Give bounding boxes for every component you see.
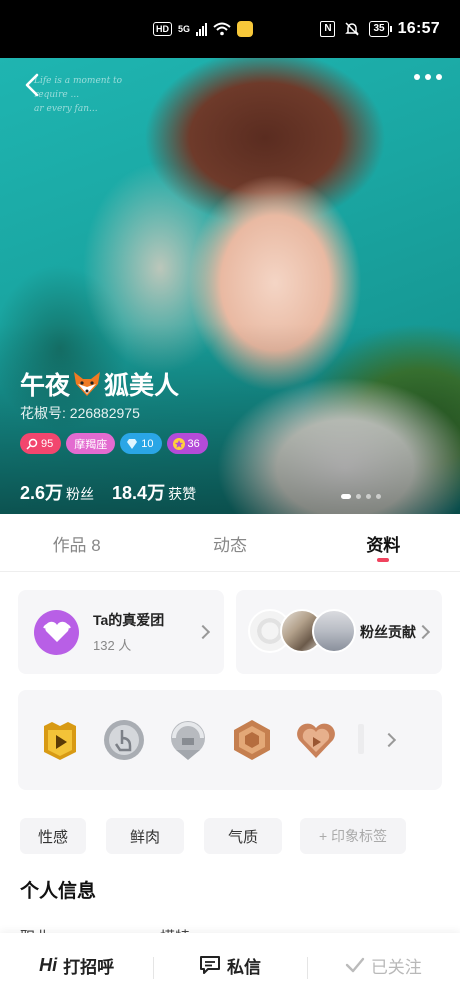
contributor-avatars (248, 609, 356, 655)
bottom-action-bar: Hi 打招呼 私信 已关注 (0, 933, 460, 997)
diamond-icon (127, 438, 138, 449)
impression-tag[interactable]: 鲜肉 (106, 818, 184, 854)
fan-club-card[interactable]: Ta的真爱团 132 人 (18, 590, 224, 674)
badge-row: 95 摩羯座 10 36 (20, 433, 208, 454)
mute-bell-icon (345, 22, 360, 36)
profile-tabs: 作品 8 动态 资料 (0, 514, 460, 572)
bronze-hex-medal-icon[interactable] (230, 718, 274, 762)
fan-club-title: Ta的真爱团 (93, 612, 165, 628)
tab-moments[interactable]: 动态 (153, 514, 306, 571)
silver-touch-medal-icon[interactable] (102, 718, 146, 762)
page-dot (356, 494, 361, 499)
profile-name: 午夜 狐美人 (20, 372, 180, 400)
profile-stats: 2.6万 粉丝 18.4万 获赞 (20, 479, 196, 505)
level-badge[interactable]: 95 (20, 433, 62, 454)
active-tab-indicator (377, 558, 390, 562)
hi-icon: Hi (39, 954, 58, 975)
greet-button[interactable]: Hi 打招呼 (0, 953, 153, 978)
chevron-right-icon (195, 624, 211, 640)
medals-card[interactable] (18, 690, 442, 790)
cover-page-indicator (341, 494, 381, 499)
profile-id: 花椒号: 226882975 (20, 405, 140, 421)
more-options-icon[interactable] (414, 74, 442, 80)
hd-indicator: HD (153, 22, 172, 36)
signal-icon (196, 22, 208, 36)
followed-button[interactable]: 已关注 (306, 953, 460, 979)
avatar (312, 609, 356, 653)
bronze-heart-medal-icon[interactable] (294, 718, 338, 762)
checkmark-icon (345, 957, 365, 973)
medal-peek (358, 724, 364, 754)
fan-club-count: 132 人 (93, 638, 132, 653)
status-left: HD 5G (153, 21, 254, 37)
wifi-icon (213, 22, 231, 36)
likes-stat[interactable]: 18.4万 获赞 (112, 479, 196, 505)
clock: 16:57 (397, 20, 440, 37)
diamond-badge[interactable]: 10 (120, 433, 162, 454)
add-impression-tag-button[interactable]: + 印象标签 (300, 818, 406, 854)
personal-info-title: 个人信息 (20, 881, 97, 902)
zodiac-badge[interactable]: 摩羯座 (66, 433, 116, 454)
battery-icon: 35 (369, 21, 392, 37)
silver-followers-medal-icon[interactable] (166, 718, 210, 762)
star-badge[interactable]: 36 (166, 433, 208, 454)
network-type: 5G (178, 24, 191, 34)
status-bar: HD 5G N 35 16:57 (0, 0, 460, 58)
fan-contribution-label: 粉丝贡献 (360, 624, 416, 640)
star-icon (172, 437, 185, 450)
page-dot (376, 494, 381, 499)
message-button[interactable]: 私信 (153, 953, 306, 979)
level-icon (26, 438, 38, 450)
page-dot (366, 494, 371, 499)
fox-emoji-icon (74, 372, 101, 396)
nfc-icon: N (320, 21, 336, 37)
gold-video-medal-icon[interactable] (38, 718, 82, 762)
tab-profile-info[interactable]: 资料 (307, 514, 460, 571)
fan-contribution-card[interactable]: 粉丝贡献 (236, 590, 442, 674)
fan-club-heart-icon (34, 609, 79, 655)
chevron-right-icon (415, 624, 431, 640)
tab-works[interactable]: 作品 8 (0, 514, 153, 571)
status-right: N 35 16:57 (320, 20, 440, 38)
page-dot (341, 494, 351, 499)
impression-tag[interactable]: 性感 (20, 818, 86, 854)
impression-tag[interactable]: 气质 (204, 818, 282, 854)
fan-club-text: Ta的真爱团 132 人 (93, 610, 164, 654)
back-arrow-icon[interactable] (18, 70, 48, 100)
fans-stat[interactable]: 2.6万 粉丝 (20, 479, 94, 505)
profile-cover-photo[interactable]: Life is a moment to require ... ar every… (0, 58, 460, 514)
app-notification-icon (237, 21, 254, 37)
chevron-right-icon[interactable] (381, 732, 397, 748)
chat-bubble-icon (199, 956, 220, 974)
